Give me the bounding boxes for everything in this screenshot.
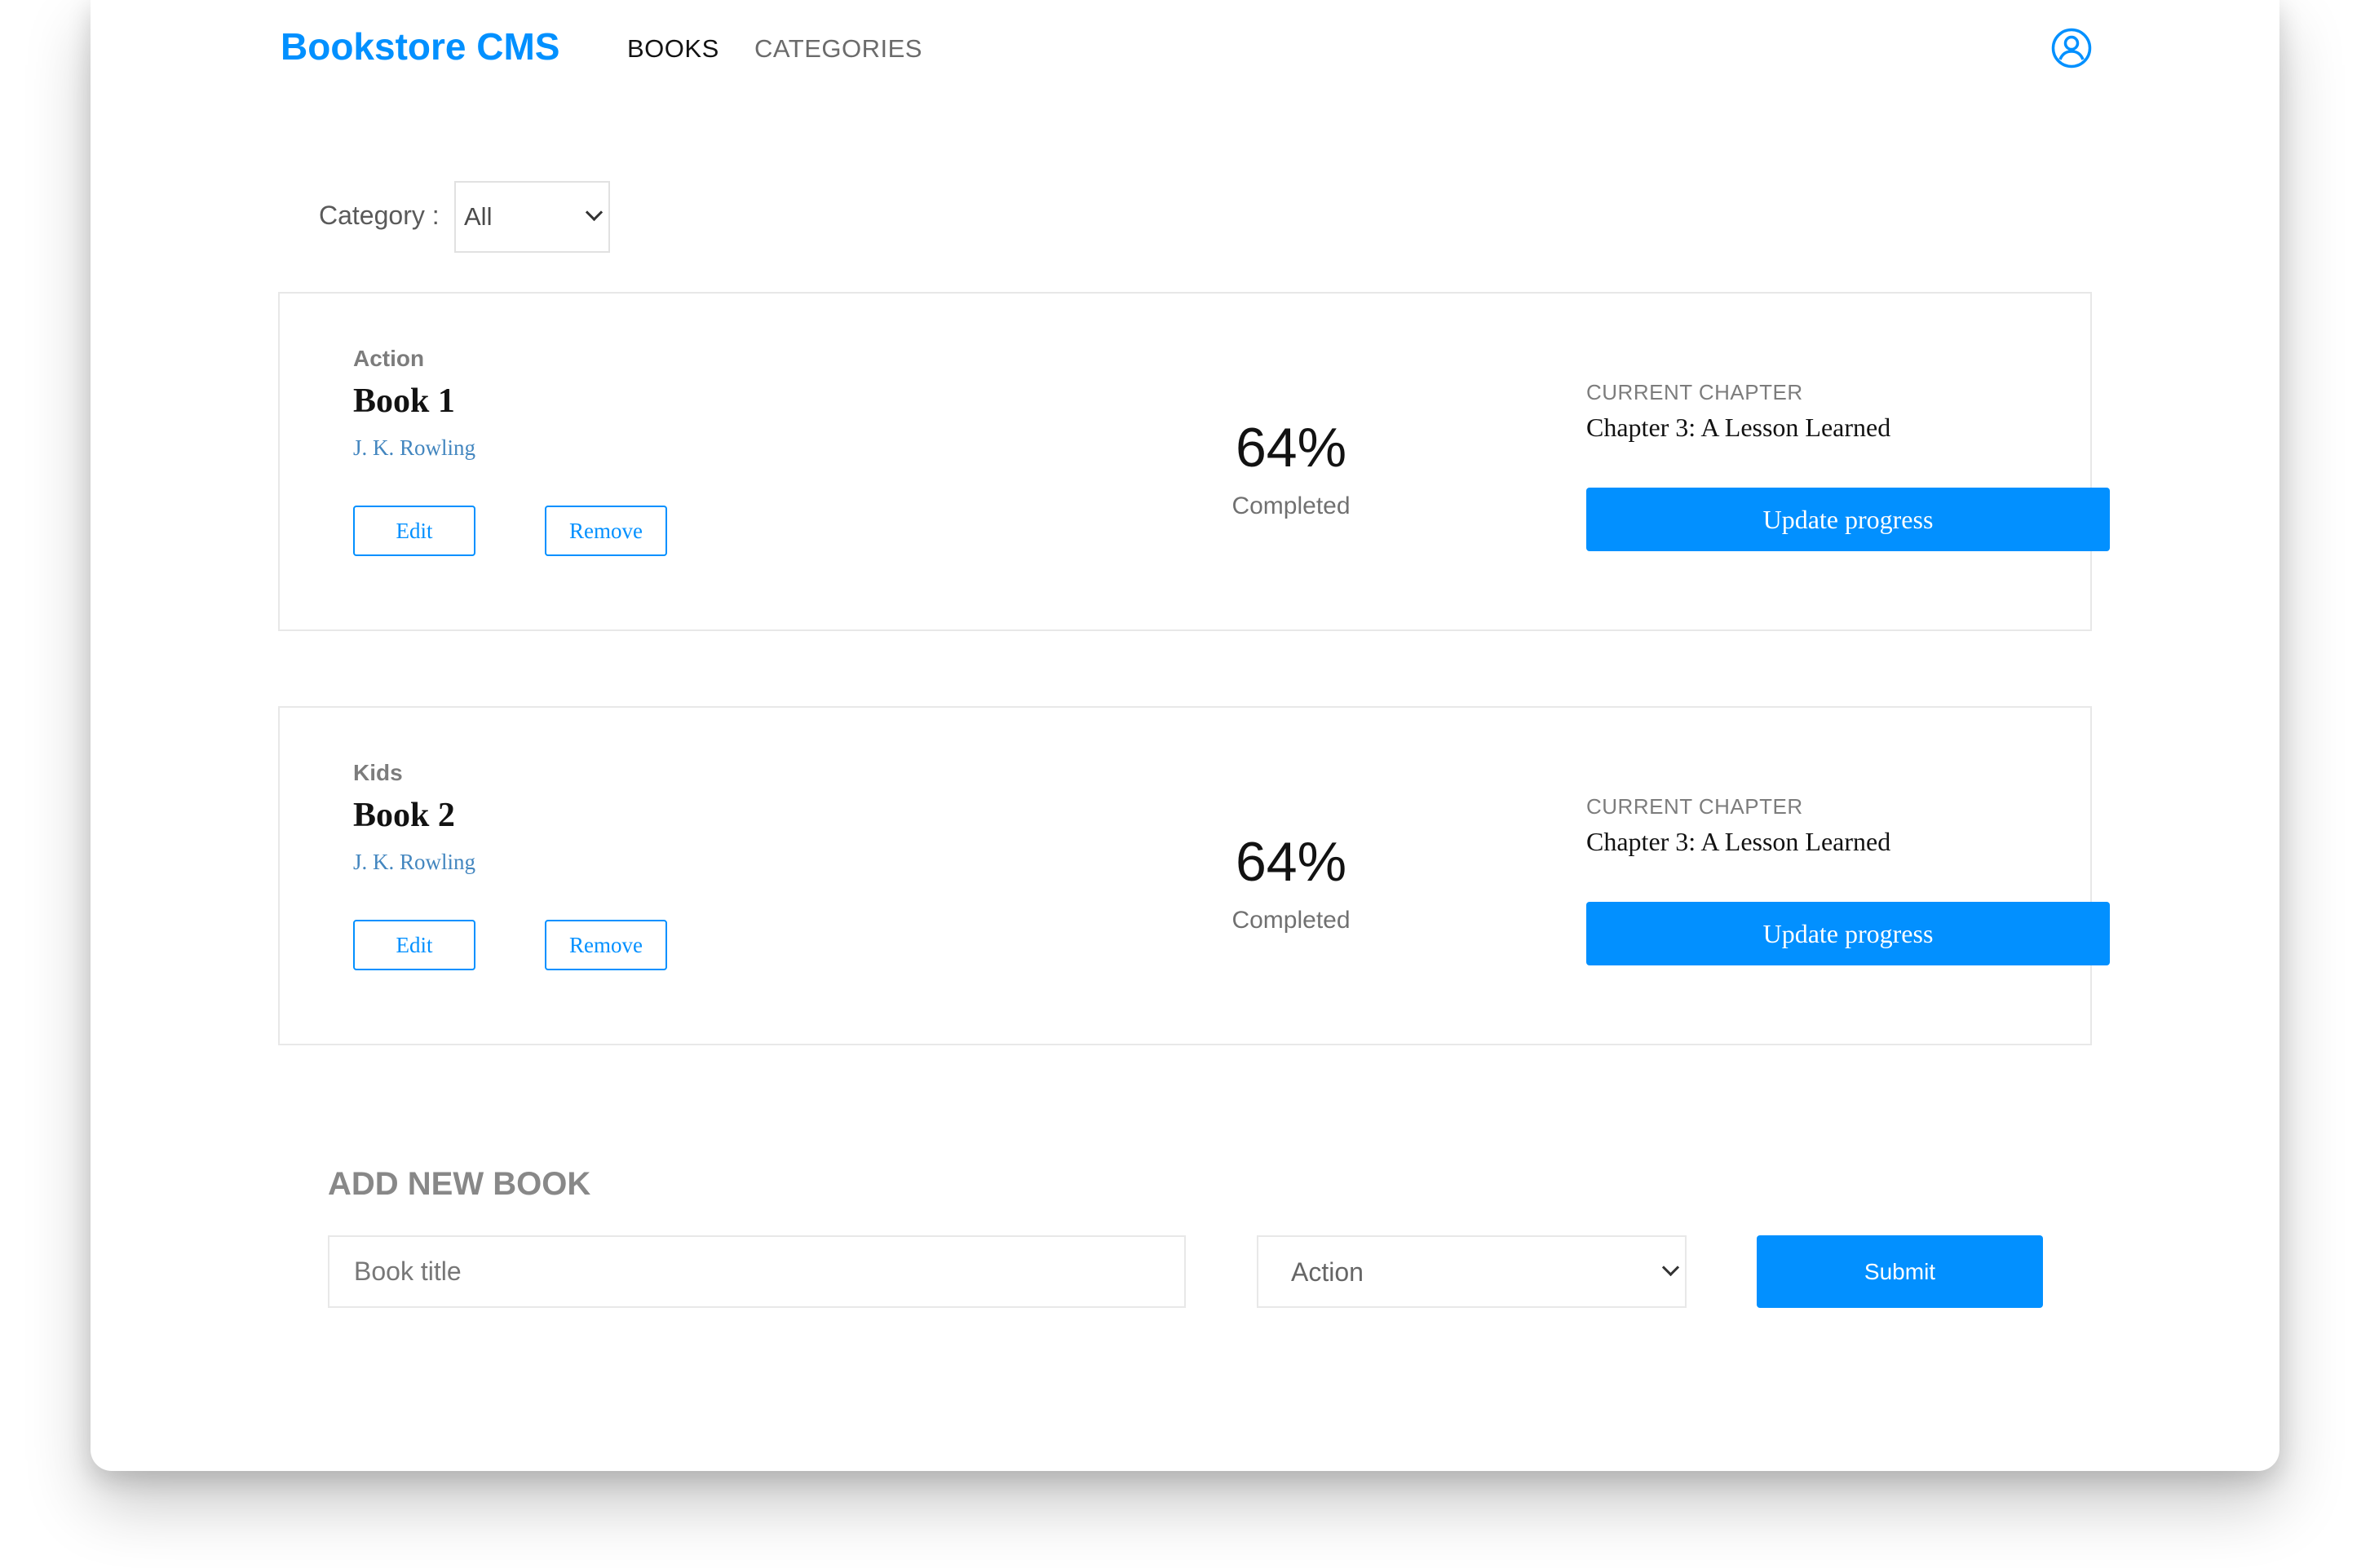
remove-button[interactable]: Remove [545, 920, 667, 970]
submit-button[interactable]: Submit [1757, 1235, 2043, 1308]
book-category-select[interactable]: Action [1257, 1235, 1687, 1308]
nav-books[interactable]: BOOKS [627, 34, 719, 64]
book-author[interactable]: J. K. Rowling [353, 435, 475, 461]
book-title-input[interactable] [328, 1235, 1186, 1308]
book-category: Kids [353, 760, 403, 785]
book-category-value: Action [1291, 1257, 1364, 1287]
edit-button[interactable]: Edit [353, 506, 475, 556]
category-filter-select[interactable]: All [454, 181, 610, 253]
book-title: Book 1 [353, 382, 455, 420]
brand-title[interactable]: Bookstore CMS [281, 24, 559, 68]
book-title: Book 2 [353, 797, 455, 834]
current-chapter: Chapter 3: A Lesson Learned [1586, 827, 1891, 856]
edit-button[interactable]: Edit [353, 920, 475, 970]
progress-label: Completed [1231, 492, 1351, 519]
book-card: Action Book 1 J. K. Rowling Edit Remove … [278, 292, 2110, 631]
progress-percent: 64% [1235, 831, 1347, 893]
chevron-down-icon [1661, 1258, 1680, 1277]
user-circle-icon[interactable] [2051, 28, 2092, 68]
current-chapter: Chapter 3: A Lesson Learned [1586, 413, 1891, 442]
add-book-heading: ADD NEW BOOK [328, 1166, 591, 1202]
chevron-down-icon [585, 203, 604, 222]
update-progress-button[interactable]: Update progress [1586, 488, 2110, 551]
book-card: Kids Book 2 J. K. Rowling Edit Remove 64… [278, 706, 2110, 1045]
book-category: Action [353, 346, 425, 371]
book-author[interactable]: J. K. Rowling [353, 850, 475, 875]
remove-button[interactable]: Remove [545, 506, 667, 556]
progress-percent: 64% [1235, 417, 1347, 479]
app-window: Bookstore CMS BOOKS CATEGORIES Category … [91, 0, 2279, 1471]
current-chapter-label: CURRENT CHAPTER [1586, 380, 1803, 404]
progress-label: Completed [1231, 907, 1351, 934]
category-filter-label: Category : [319, 201, 440, 230]
current-chapter-label: CURRENT CHAPTER [1586, 794, 1803, 819]
update-progress-button[interactable]: Update progress [1586, 902, 2110, 965]
nav-categories[interactable]: CATEGORIES [754, 34, 922, 64]
category-filter-value: All [464, 202, 493, 231]
